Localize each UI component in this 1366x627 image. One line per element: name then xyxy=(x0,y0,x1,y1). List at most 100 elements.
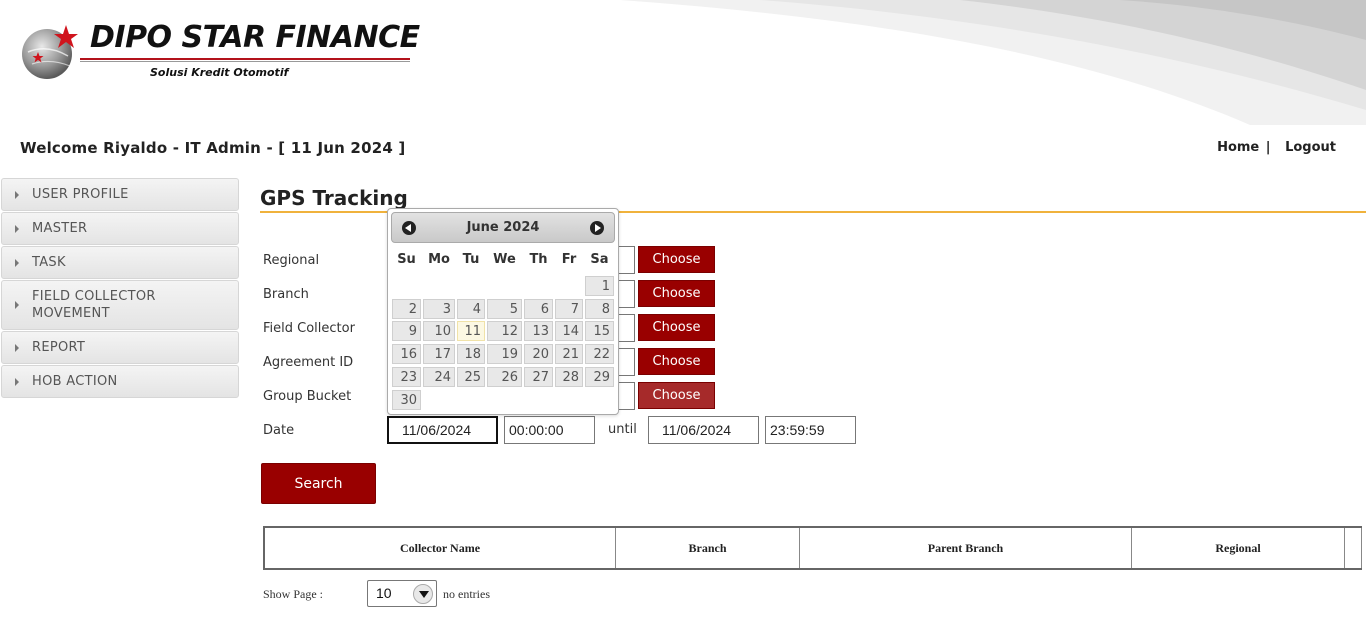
calendar-day[interactable]: 28 xyxy=(555,367,583,387)
welcome-message: Welcome Riyaldo - IT Admin - [ 11 Jun 20… xyxy=(20,139,406,157)
sidebar-item-field-collector-movement[interactable]: FIELD COLLECTOR MOVEMENT xyxy=(1,280,239,330)
search-button[interactable]: Search xyxy=(261,463,376,504)
logo-underline-shadow xyxy=(80,61,410,62)
column-parent-branch[interactable]: Parent Branch xyxy=(800,528,1132,568)
next-month-icon[interactable] xyxy=(590,221,604,235)
header: DIPO STAR FINANCE Solusi Kredit Otomotif xyxy=(0,0,1366,125)
calendar-day[interactable]: 23 xyxy=(392,367,421,387)
calendar-day[interactable]: 19 xyxy=(487,344,522,364)
page-size-value: 10 xyxy=(376,585,392,601)
sidebar-item-label: FIELD COLLECTOR MOVEMENT xyxy=(32,289,156,321)
calendar-day[interactable]: 9 xyxy=(392,321,421,341)
calendar-day[interactable]: 22 xyxy=(585,344,614,364)
home-link[interactable]: Home xyxy=(1217,140,1259,155)
company-logo[interactable]: DIPO STAR FINANCE Solusi Kredit Otomotif xyxy=(20,20,420,85)
calendar-day-today[interactable]: 11 xyxy=(457,321,485,341)
calendar-day[interactable]: 20 xyxy=(524,344,553,364)
column-extra xyxy=(1345,528,1362,568)
column-branch[interactable]: Branch xyxy=(616,528,800,568)
weekday-header: Th xyxy=(529,252,548,267)
caret-right-icon xyxy=(15,301,19,309)
calendar-day[interactable]: 24 xyxy=(423,367,455,387)
calendar-day[interactable]: 29 xyxy=(585,367,614,387)
logo-underline xyxy=(80,58,410,60)
link-separator: | xyxy=(1265,140,1271,155)
calendar-day[interactable]: 25 xyxy=(457,367,485,387)
calendar-day[interactable]: 18 xyxy=(457,344,485,364)
calendar-day[interactable]: 27 xyxy=(524,367,553,387)
calendar-day[interactable]: 4 xyxy=(457,299,485,319)
date-label: Date xyxy=(263,423,295,438)
field-collector-choose-button[interactable]: Choose xyxy=(638,314,715,341)
until-label: until xyxy=(608,422,637,437)
field-collector-label: Field Collector xyxy=(263,321,355,336)
sidebar-menu: USER PROFILE MASTER TASK FIELD COLLECTOR… xyxy=(1,178,239,399)
column-regional[interactable]: Regional xyxy=(1132,528,1345,568)
weekday-header: Sa xyxy=(590,252,609,267)
sidebar-item-label: MASTER xyxy=(32,221,88,236)
sidebar-item-user-profile[interactable]: USER PROFILE xyxy=(1,178,239,211)
calendar-day[interactable]: 8 xyxy=(585,299,614,319)
regional-label: Regional xyxy=(263,253,320,268)
branch-choose-button[interactable]: Choose xyxy=(638,280,715,307)
datepicker-header: June 2024 xyxy=(391,212,615,243)
caret-right-icon xyxy=(15,343,19,352)
caret-right-icon xyxy=(15,377,19,386)
to-time-input[interactable] xyxy=(765,416,856,444)
sidebar-item-master[interactable]: MASTER xyxy=(1,212,239,245)
brand-tagline: Solusi Kredit Otomotif xyxy=(150,66,289,79)
weekday-header: Fr xyxy=(561,252,577,267)
agreement-id-choose-button[interactable]: Choose xyxy=(638,348,715,375)
caret-right-icon xyxy=(15,258,19,267)
from-date-input[interactable] xyxy=(387,416,498,444)
datepicker-month-title: June 2024 xyxy=(466,220,540,235)
globe-star-icon xyxy=(22,25,78,79)
chevron-down-icon[interactable] xyxy=(413,584,433,604)
weekday-header: We xyxy=(493,252,516,267)
calendar-day[interactable]: 17 xyxy=(423,344,455,364)
sidebar-item-label: REPORT xyxy=(32,340,86,355)
sidebar-item-label: USER PROFILE xyxy=(32,187,129,202)
calendar-day[interactable]: 7 xyxy=(555,299,583,319)
group-bucket-choose-button[interactable]: Choose xyxy=(638,382,715,409)
results-table-header: Collector Name Branch Parent Branch Regi… xyxy=(263,526,1362,570)
agreement-id-label: Agreement ID xyxy=(263,355,354,370)
page-size-select[interactable]: 10 xyxy=(367,580,437,607)
top-nav-links: Home | Logout xyxy=(1217,140,1336,155)
calendar-day[interactable]: 10 xyxy=(423,321,455,341)
group-bucket-label: Group Bucket xyxy=(263,389,352,404)
datepicker-popup: June 2024 Su Mo Tu We Th Fr Sa 1 2 3 4 5 6 7 8 9 10 11 12 1… xyxy=(387,208,619,415)
logout-link[interactable]: Logout xyxy=(1285,140,1336,155)
sidebar-item-label: HOB ACTION xyxy=(32,374,118,389)
column-collector-name[interactable]: Collector Name xyxy=(265,528,616,568)
entries-label: no entries xyxy=(443,587,490,601)
to-date-input[interactable] xyxy=(648,416,759,444)
calendar-day[interactable]: 6 xyxy=(524,299,553,319)
page-title: GPS Tracking xyxy=(260,186,408,210)
sidebar-item-task[interactable]: TASK xyxy=(1,246,239,279)
branch-label: Branch xyxy=(263,287,309,302)
calendar-day[interactable]: 13 xyxy=(524,321,553,341)
calendar-day[interactable]: 16 xyxy=(392,344,421,364)
sidebar-item-label: TASK xyxy=(32,255,66,270)
calendar-day[interactable]: 2 xyxy=(392,299,421,319)
show-page-label: Show Page : xyxy=(263,587,323,601)
sidebar-item-report[interactable]: REPORT xyxy=(1,331,239,364)
caret-right-icon xyxy=(15,224,19,233)
sidebar-item-hob-action[interactable]: HOB ACTION xyxy=(1,365,239,398)
brand-name: DIPO STAR FINANCE xyxy=(90,20,420,55)
regional-choose-button[interactable]: Choose xyxy=(638,246,715,273)
calendar-day[interactable]: 21 xyxy=(555,344,583,364)
calendar-day[interactable]: 1 xyxy=(585,276,614,296)
calendar-day[interactable]: 14 xyxy=(555,321,583,341)
weekday-header: Tu xyxy=(462,252,480,267)
from-time-input[interactable] xyxy=(504,416,595,444)
weekday-header: Mo xyxy=(428,252,450,267)
calendar-day[interactable]: 30 xyxy=(392,390,421,410)
calendar-day[interactable]: 26 xyxy=(487,367,522,387)
calendar-day[interactable]: 5 xyxy=(487,299,522,319)
calendar-day[interactable]: 15 xyxy=(585,321,614,341)
calendar-day[interactable]: 3 xyxy=(423,299,455,319)
calendar-day[interactable]: 12 xyxy=(487,321,522,341)
caret-right-icon xyxy=(15,190,19,199)
